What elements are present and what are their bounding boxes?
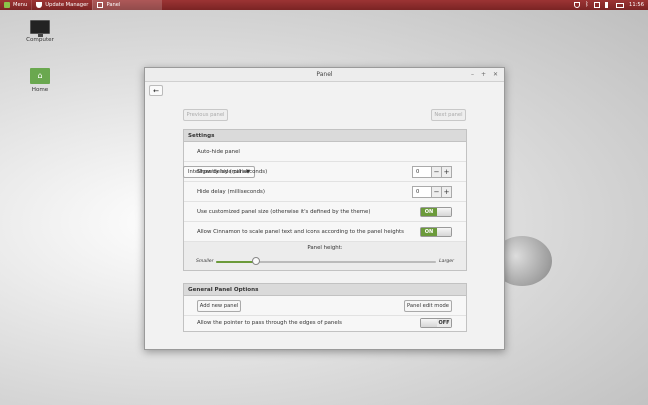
show-delay-input[interactable]: 0 bbox=[412, 166, 432, 178]
switch-knob bbox=[437, 208, 451, 216]
home-folder-icon: ⌂ bbox=[30, 68, 50, 84]
custom-size-row: Use customized panel size (otherwise it'… bbox=[184, 202, 466, 222]
desktop-icon-label: Home bbox=[31, 87, 49, 93]
slider-handle[interactable] bbox=[251, 257, 260, 265]
window-toolbar: ← bbox=[145, 82, 504, 102]
window-titlebar[interactable]: Panel – + ✕ bbox=[145, 68, 504, 82]
pass-pointer-switch[interactable]: OFF bbox=[420, 318, 452, 328]
hide-delay-row: Hide delay (milliseconds) 0 − + bbox=[184, 182, 466, 202]
row-label: Show delay (milliseconds) bbox=[197, 169, 268, 175]
scale-switch[interactable]: ON bbox=[420, 227, 452, 237]
larger-label: Larger bbox=[439, 259, 454, 264]
show-delay-spinner: 0 − + bbox=[412, 166, 452, 178]
computer-icon bbox=[30, 20, 50, 37]
minimize-icon[interactable]: – bbox=[471, 68, 474, 82]
desktop-icon-computer[interactable]: Computer bbox=[20, 20, 60, 43]
hide-delay-input[interactable]: 0 bbox=[412, 186, 432, 198]
add-panel-button[interactable]: Add new panel bbox=[197, 300, 241, 312]
close-icon[interactable]: ✕ bbox=[493, 68, 498, 82]
row-label: Hide delay (milliseconds) bbox=[197, 189, 265, 195]
network-icon[interactable] bbox=[594, 2, 601, 8]
hide-delay-spinner: 0 − + bbox=[412, 186, 452, 198]
show-delay-row: Show delay (milliseconds) 0 − + bbox=[184, 162, 466, 182]
row-label: Allow Cinnamon to scale panel text and i… bbox=[197, 229, 404, 235]
top-panel: Menu Update Manager Panel ᛒ 11:56 bbox=[0, 0, 648, 10]
switch-state: OFF bbox=[437, 319, 451, 327]
scale-row: Allow Cinnamon to scale panel text and i… bbox=[184, 222, 466, 242]
custom-size-switch[interactable]: ON bbox=[420, 207, 452, 217]
panel-buttons-row: Add new panel Panel edit mode bbox=[184, 296, 466, 316]
settings-icon bbox=[97, 2, 104, 8]
decrement-button[interactable]: − bbox=[432, 166, 442, 178]
settings-section: Settings Auto-hide panel Intelligently h… bbox=[183, 129, 467, 271]
switch-knob bbox=[421, 319, 437, 327]
row-label: Allow the pointer to pass through the ed… bbox=[197, 320, 342, 326]
section-title: General Panel Options bbox=[184, 284, 466, 296]
slider-fill bbox=[216, 261, 256, 263]
window-title: Panel bbox=[316, 71, 333, 78]
maximize-icon[interactable]: + bbox=[481, 68, 486, 82]
desktop-icon-home[interactable]: ⌂ Home bbox=[20, 68, 60, 93]
taskbar-window-panel[interactable]: Panel bbox=[92, 0, 163, 10]
switch-state: ON bbox=[421, 228, 437, 236]
taskbar-window-label: Panel bbox=[106, 2, 121, 8]
previous-panel-button[interactable]: Previous panel bbox=[183, 109, 228, 121]
general-options-section: General Panel Options Add new panel Pane… bbox=[183, 283, 467, 332]
back-button[interactable]: ← bbox=[149, 85, 163, 96]
auto-hide-row: Auto-hide panel Intelligently hide panel… bbox=[183, 142, 466, 178]
panel-height-label: Panel height: bbox=[307, 245, 343, 251]
taskbar-window-update-manager[interactable]: Update Manager bbox=[31, 0, 92, 10]
desktop-icon-label: Computer bbox=[26, 37, 54, 43]
clock[interactable]: 11:56 bbox=[629, 2, 644, 8]
bluetooth-icon[interactable]: ᛒ bbox=[585, 2, 589, 8]
increment-button[interactable]: + bbox=[442, 186, 452, 198]
update-shield-icon[interactable] bbox=[574, 2, 581, 8]
menu-label: Menu bbox=[13, 2, 28, 8]
system-tray: ᛒ 11:56 bbox=[574, 0, 644, 10]
switch-state: ON bbox=[421, 208, 437, 216]
decrement-button[interactable]: − bbox=[432, 186, 442, 198]
shield-icon bbox=[36, 2, 43, 8]
increment-button[interactable]: + bbox=[442, 166, 452, 178]
smaller-label: Smaller bbox=[196, 259, 214, 264]
row-label: Auto-hide panel bbox=[197, 149, 240, 155]
volume-icon[interactable] bbox=[605, 2, 611, 8]
battery-icon[interactable] bbox=[616, 2, 625, 8]
pass-pointer-row: Allow the pointer to pass through the ed… bbox=[184, 316, 466, 331]
next-panel-button[interactable]: Next panel bbox=[431, 109, 466, 121]
taskbar-window-label: Update Manager bbox=[45, 2, 89, 8]
panel-height-slider[interactable] bbox=[216, 257, 436, 265]
panel-height-row: Panel height: Smaller Larger bbox=[184, 242, 466, 270]
menu-button[interactable]: Menu bbox=[0, 0, 31, 10]
window-controls: – + ✕ bbox=[471, 68, 498, 82]
row-label: Use customized panel size (otherwise it'… bbox=[197, 209, 371, 215]
switch-knob bbox=[437, 228, 451, 236]
mint-logo-icon bbox=[4, 2, 10, 8]
panel-edit-mode-button[interactable]: Panel edit mode bbox=[404, 300, 452, 312]
section-title: Settings bbox=[184, 130, 466, 142]
